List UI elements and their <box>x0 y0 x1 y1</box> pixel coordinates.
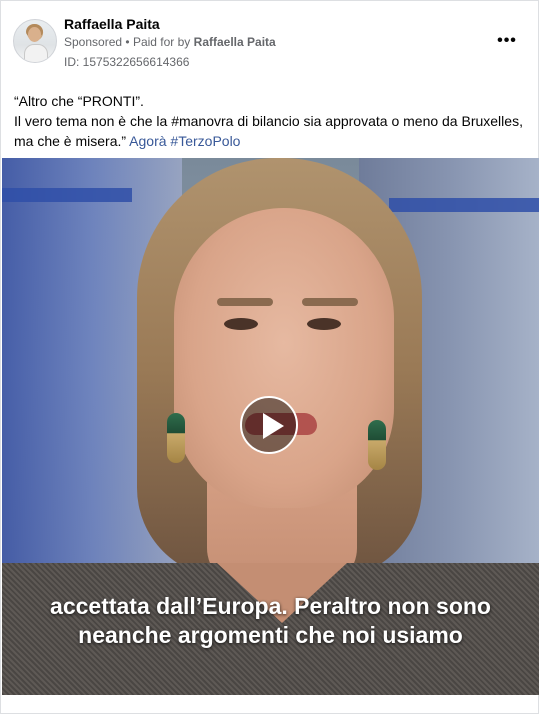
agora-link[interactable]: Agorà <box>129 133 166 149</box>
sponsored-label[interactable]: Sponsored <box>64 35 122 49</box>
more-options-button[interactable]: ••• <box>495 31 519 51</box>
background-stripe <box>2 188 132 202</box>
caption-line-1: “Altro che “PRONTI”. <box>14 93 144 109</box>
speaker-left-brow <box>217 298 273 306</box>
speaker-left-eye <box>224 318 258 330</box>
speaker-right-earring <box>368 420 386 470</box>
speaker-face <box>174 208 394 508</box>
paid-for-prefix: Paid for by <box>132 35 191 49</box>
video-player[interactable]: accettata dall’Europa. Peraltro non sono… <box>2 158 539 695</box>
play-button[interactable] <box>240 396 298 454</box>
caption-line-2: Il vero tema non è che la #manovra di bi… <box>14 111 529 151</box>
avatar-body <box>24 44 48 62</box>
subtitle-line-1: accettata dall’Europa. Peraltro non sono <box>50 593 491 619</box>
hashtag-link[interactable]: #TerzoPolo <box>170 133 240 149</box>
caption-body: Il vero tema non è che la #manovra di bi… <box>14 113 523 149</box>
subtitle-line-2: neanche argomenti che noi usiamo <box>78 622 463 648</box>
speaker-right-eye <box>307 318 341 330</box>
author-avatar[interactable] <box>13 19 57 63</box>
sponsored-post-card: Raffaella Paita Sponsored • Paid for by … <box>0 0 539 714</box>
background-stripe <box>389 198 539 212</box>
sponsored-meta: Sponsored • Paid for by Raffaella Paita <box>64 35 276 49</box>
ad-id: ID: 1575322656614366 <box>64 55 190 69</box>
paid-for-name[interactable]: Raffaella Paita <box>194 35 276 49</box>
post-caption: “Altro che “PRONTI”. Il vero tema non è … <box>14 91 529 151</box>
video-subtitles: accettata dall’Europa. Peraltro non sono… <box>2 592 539 650</box>
speaker-right-brow <box>302 298 358 306</box>
meta-separator: • <box>125 35 130 49</box>
author-name[interactable]: Raffaella Paita <box>64 16 160 32</box>
play-icon <box>263 413 284 439</box>
avatar-head <box>28 27 41 42</box>
more-horizontal-icon: ••• <box>497 32 517 49</box>
speaker-left-earring <box>167 413 185 463</box>
